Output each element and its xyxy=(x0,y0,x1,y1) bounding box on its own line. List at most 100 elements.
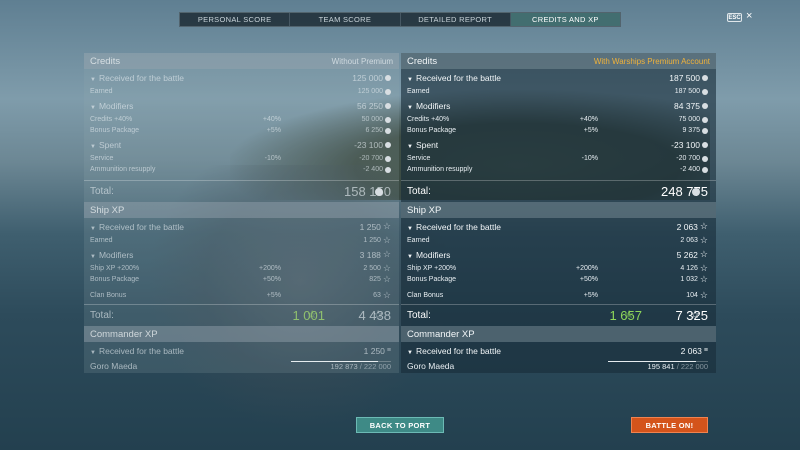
commander-xp-progress: 195 841 / 222 000 xyxy=(608,359,708,371)
row-percent: +40% xyxy=(579,116,598,123)
row-label: Ship XP +200% xyxy=(407,265,457,272)
row-value: 2 063 xyxy=(676,221,698,232)
credits-total-value: 158 150 xyxy=(344,184,391,199)
modifier-row: Credits +40% +40% 75 000 xyxy=(401,114,716,125)
tab-detailed-report[interactable]: DETAILED REPORT xyxy=(401,13,511,26)
row-label: Service xyxy=(90,155,114,162)
credits-earned-row: Earned 187 500 xyxy=(401,86,716,97)
row-percent: +40% xyxy=(262,116,281,123)
star-icon: ☆ xyxy=(382,235,391,245)
credits-title: Credits xyxy=(90,55,121,67)
xp-received-row[interactable]: ▼ Received for the battle 2 063 ☆ xyxy=(401,218,716,235)
row-percent: +5% xyxy=(266,127,281,134)
row-label: Earned xyxy=(407,88,430,95)
row-label: Received for the battle xyxy=(415,72,502,83)
caret-down-icon: ▼ xyxy=(407,143,413,150)
row-label: Modifiers xyxy=(98,249,134,260)
star-icon: ☆ xyxy=(699,263,708,273)
battle-on-button[interactable]: BATTLE ON! xyxy=(631,417,708,433)
commander-name: Goro Maeda xyxy=(407,361,455,371)
row-label: Ammunition resupply xyxy=(407,166,473,173)
credits-icon xyxy=(385,74,391,81)
row-value: -23 100 xyxy=(671,139,700,150)
credits-received-row[interactable]: ▼ Received for the battle 125 000 xyxy=(84,69,399,86)
xp-modifiers-row[interactable]: ▼ Modifiers 3 188 ☆ xyxy=(84,246,399,263)
row-value: 50 000 xyxy=(361,116,383,123)
commander-received-row[interactable]: ▼ Received for the battle 1 250 ≡ xyxy=(84,342,399,359)
credits-spent-row[interactable]: ▼ Spent -23 100 xyxy=(401,136,716,153)
credits-icon xyxy=(702,166,708,173)
row-value: 1 250 xyxy=(363,237,381,244)
account-type-label: Without Premium xyxy=(331,56,393,66)
credits-spent-row[interactable]: ▼ Spent -23 100 xyxy=(84,136,399,153)
caret-down-icon: ▼ xyxy=(407,104,413,111)
commander-xp-current: 192 873 xyxy=(330,362,358,371)
row-percent: +5% xyxy=(266,292,281,299)
esc-key-hint[interactable]: ESC xyxy=(727,13,742,22)
row-label: Ship XP +200% xyxy=(90,265,140,272)
row-label: Ammunition resupply xyxy=(90,166,156,173)
credits-earned-row: Earned 125 000 xyxy=(84,86,399,97)
row-label: Received for the battle xyxy=(415,345,502,356)
row-label: Bonus Package xyxy=(90,276,140,283)
credits-icon xyxy=(385,102,391,109)
free-xp-star-icon: ☆ xyxy=(624,309,634,321)
row-percent: +200% xyxy=(259,265,281,272)
credits-header: Credits Without Premium xyxy=(84,53,399,69)
credits-modifiers-row[interactable]: ▼ Modifiers 84 375 xyxy=(401,97,716,114)
caret-down-icon: ▼ xyxy=(90,349,96,356)
free-xp-star-icon: ☆ xyxy=(307,309,317,321)
credits-icon xyxy=(375,187,383,196)
modifier-row: Bonus Package +50% 825 ☆ xyxy=(84,274,399,285)
row-label: Spent xyxy=(415,139,439,150)
tab-personal-score[interactable]: PERSONAL SCORE xyxy=(180,13,291,26)
star-icon: ☆ xyxy=(382,263,391,273)
total-label: Total: xyxy=(90,186,114,197)
back-to-port-button[interactable]: BACK TO PORT xyxy=(356,417,444,433)
row-percent: +5% xyxy=(583,292,598,299)
commander-xp-progress: 192 873 / 222 000 xyxy=(291,359,391,371)
commander-xp-panel: Commander XP ▼ Received for the battle 2 … xyxy=(401,326,716,373)
account-type-label: With Warships Premium Account xyxy=(593,56,710,66)
caret-down-icon: ▼ xyxy=(90,104,96,111)
row-label: Received for the battle xyxy=(98,345,185,356)
tab-team-score[interactable]: TEAM SCORE xyxy=(290,13,401,26)
clan-bonus-row: Clan Bonus +5% 104 ☆ xyxy=(401,290,716,301)
row-value: 1 250 xyxy=(359,221,381,232)
star-icon: ☆ xyxy=(382,249,391,259)
commander-xp-icon: ≡ xyxy=(386,347,391,354)
xp-modifiers-row[interactable]: ▼ Modifiers 5 262 ☆ xyxy=(401,246,716,263)
xp-total-row: Total: 1 001 ☆ 4 438 ☆ xyxy=(84,304,399,326)
tab-credits-and-xp[interactable]: CREDITS AND XP xyxy=(510,13,620,26)
commander-xp-icon: ≡ xyxy=(703,347,708,354)
star-icon: ☆ xyxy=(699,221,708,231)
row-value: 63 xyxy=(373,292,381,299)
ship-xp-panel: Ship XP ▼ Received for the battle 1 250 ☆ … xyxy=(84,202,399,326)
spent-row: Ammunition resupply -2 400 xyxy=(401,164,716,175)
row-value: 125 000 xyxy=(352,72,383,83)
row-percent: -10% xyxy=(581,155,598,162)
xp-received-row[interactable]: ▼ Received for the battle 1 250 ☆ xyxy=(84,218,399,235)
credits-received-row[interactable]: ▼ Received for the battle 187 500 xyxy=(401,69,716,86)
row-value: 2 063 xyxy=(680,237,698,244)
total-label: Total: xyxy=(407,186,431,197)
caret-down-icon: ▼ xyxy=(90,76,96,83)
row-value: 84 375 xyxy=(674,100,700,111)
row-value: 187 500 xyxy=(669,72,700,83)
caret-down-icon: ▼ xyxy=(90,225,96,232)
row-value: -23 100 xyxy=(354,139,383,150)
commander-received-row[interactable]: ▼ Received for the battle 2 063 ≡ xyxy=(401,342,716,359)
row-value: 1 032 xyxy=(680,276,698,283)
credits-icon xyxy=(385,116,391,123)
row-label: Service xyxy=(407,155,431,162)
commander-xp-max: / 222 000 xyxy=(359,362,391,371)
credits-modifiers-row[interactable]: ▼ Modifiers 56 250 xyxy=(84,97,399,114)
modifier-row: Bonus Package +5% 9 375 xyxy=(401,125,716,136)
close-icon[interactable]: × xyxy=(746,10,752,22)
commander-xp-current: 195 841 xyxy=(647,362,675,371)
row-label: Bonus Package xyxy=(90,127,140,134)
xp-total-row: Total: 1 657 ☆ 7 325 ☆ xyxy=(401,304,716,326)
row-percent: +5% xyxy=(583,127,598,134)
caret-down-icon: ▼ xyxy=(407,349,413,356)
credits-header: Credits With Warships Premium Account xyxy=(401,53,716,69)
